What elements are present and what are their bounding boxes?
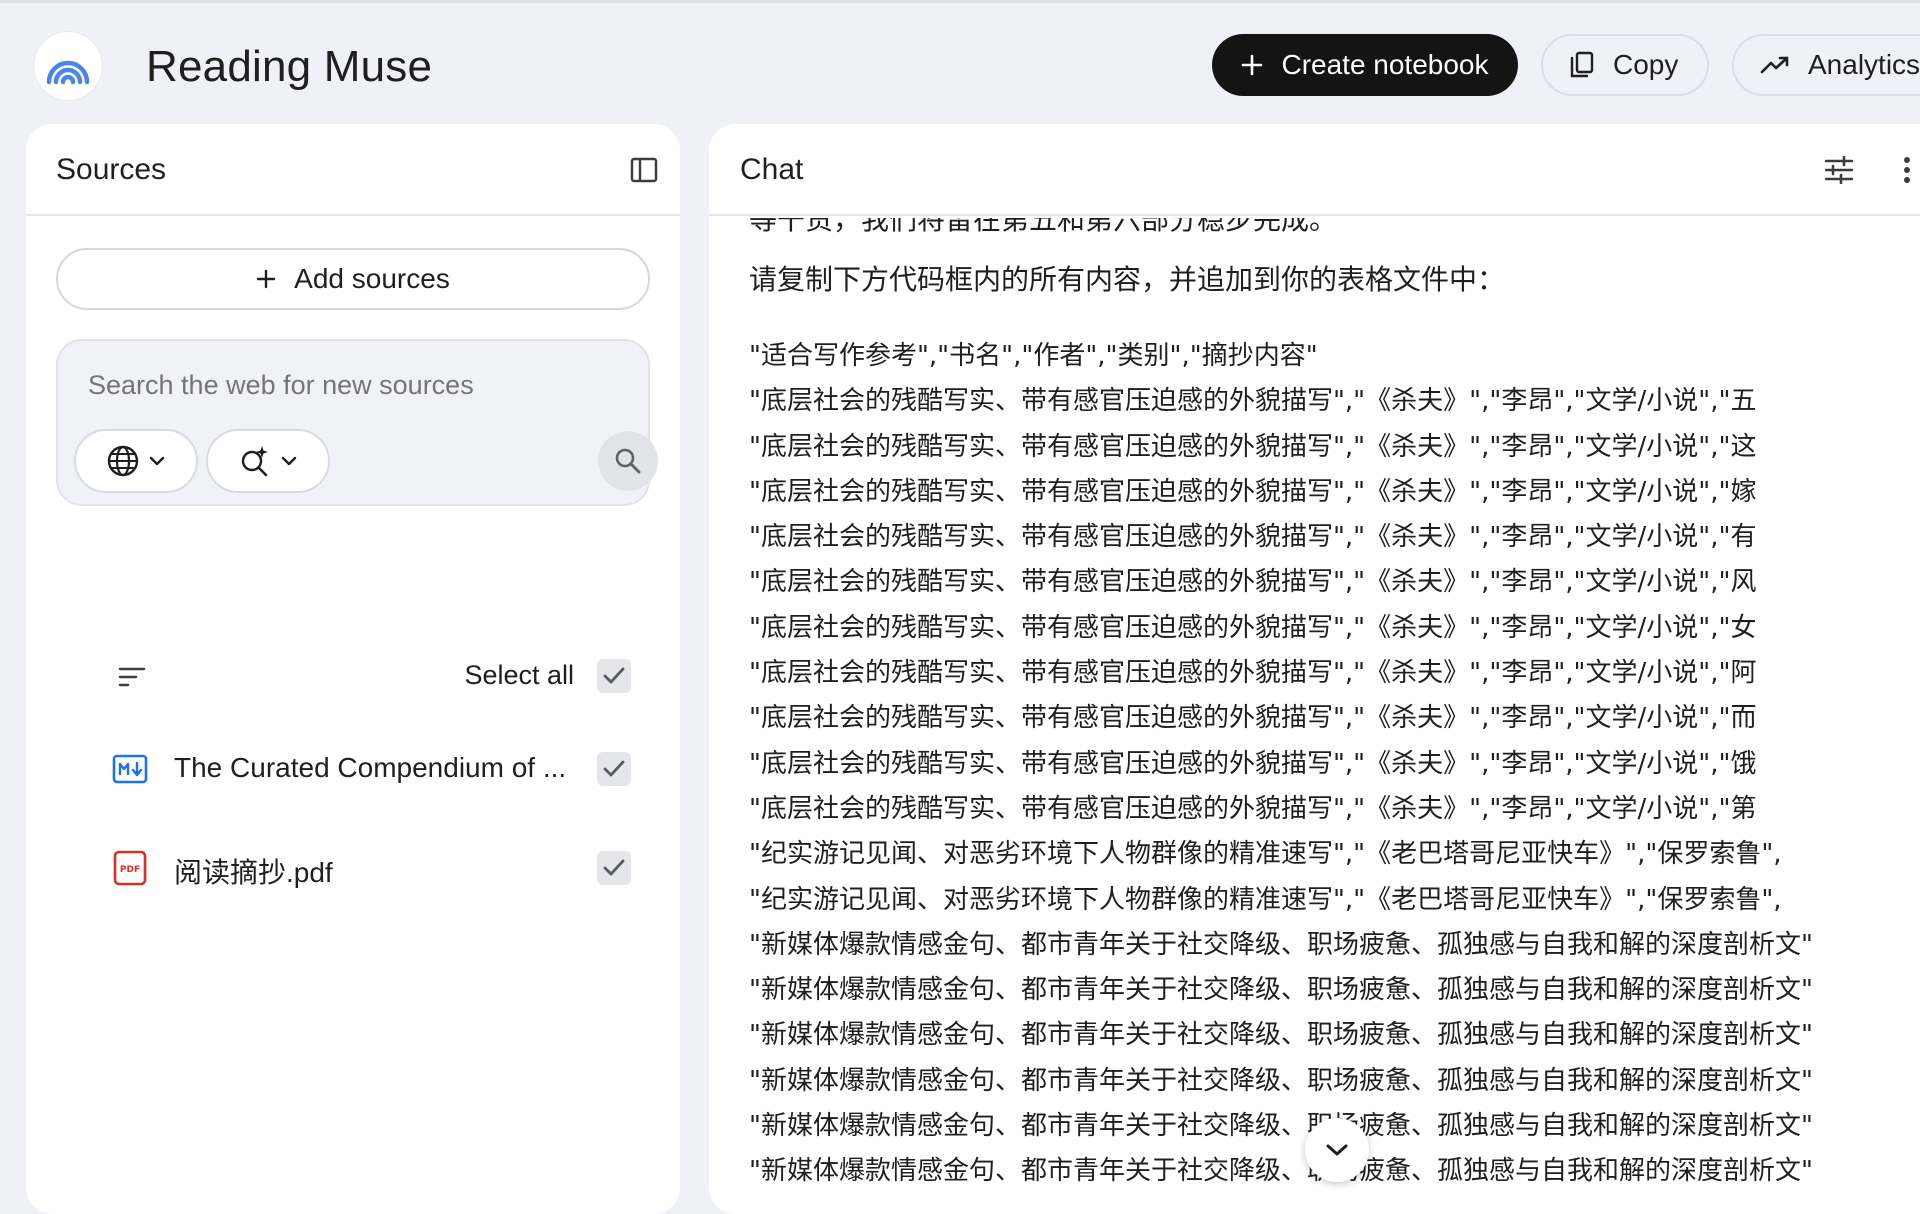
code-block: "适合写作参考","书名","作者","类别","摘抄内容" "底层社会的残酷写实… <box>749 334 1849 1195</box>
code-line: "底层社会的残酷写实、带有感官压迫感的外貌描写","《杀夫》","李昂","文学… <box>749 793 1757 824</box>
code-line: "新媒体爆款情感金句、都市青年关于社交降级、职场疲惫、孤独感与自我和解的深度剖析… <box>749 1111 1813 1142</box>
chat-header: Chat <box>709 124 1920 216</box>
code-line: "底层社会的残酷写实、带有感官压迫感的外貌描写","《杀夫》","李昂","文学… <box>749 386 1757 417</box>
create-notebook-label: Create notebook <box>1281 49 1489 80</box>
source-title: The Curated Compendium of ... <box>174 752 567 783</box>
scroll-to-bottom-button[interactable] <box>1305 1118 1369 1182</box>
search-submit-button[interactable] <box>598 431 658 491</box>
add-sources-button[interactable]: Add sources <box>56 248 650 310</box>
select-all-row: Select all <box>56 646 656 706</box>
copy-button[interactable]: Copy <box>1541 34 1709 96</box>
code-line: "底层社会的残酷写实、带有感官压迫感的外貌描写","《杀夫》","李昂","文学… <box>749 612 1757 643</box>
code-line: "底层社会的残酷写实、带有感官压迫感的外貌描写","《杀夫》","李昂","文学… <box>749 703 1757 734</box>
chat-settings-button[interactable] <box>1819 150 1859 190</box>
chevron-down-icon <box>281 456 297 466</box>
sources-panel: Sources Add sources Search the web for n… <box>26 124 680 1214</box>
sort-icon[interactable] <box>118 666 146 688</box>
sparkle-search-icon <box>241 446 268 477</box>
globe-icon <box>107 445 139 477</box>
source-checkbox[interactable] <box>597 752 631 786</box>
trending-up-icon <box>1760 56 1789 74</box>
code-line: "新媒体爆款情感金句、都市青年关于社交降级、职场疲惫、孤独感与自我和解的深度剖析… <box>749 1065 1813 1096</box>
analytics-button[interactable]: Analytics <box>1732 34 1920 96</box>
pdf-file-icon: PDF <box>113 850 147 886</box>
sidebar-toggle-icon <box>630 157 658 183</box>
chevron-down-icon <box>149 456 165 466</box>
tune-icon <box>1824 156 1854 184</box>
more-options-button[interactable] <box>1895 150 1919 190</box>
code-line: "新媒体爆款情感金句、都市青年关于社交降级、职场疲惫、孤独感与自我和解的深度剖析… <box>749 975 1813 1006</box>
more-vert-icon <box>1904 157 1910 183</box>
app-logo[interactable] <box>34 32 102 100</box>
code-line: "底层社会的残酷写实、带有感官压迫感的外貌描写","《杀夫》","李昂","文学… <box>749 476 1757 507</box>
code-line: "底层社会的残酷写实、带有感官压迫感的外貌描写","《杀夫》","李昂","文学… <box>749 567 1757 598</box>
code-line: "新媒体爆款情感金句、都市青年关于社交降级、职场疲惫、孤独感与自我和解的深度剖析… <box>749 929 1813 960</box>
plus-icon <box>256 269 276 289</box>
code-line: "底层社会的残酷写实、带有感官压迫感的外貌描写","《杀夫》","李昂","文学… <box>749 748 1757 779</box>
app-header: Reading Muse Create notebook Copy Analyt… <box>0 3 1920 123</box>
web-search-input[interactable] <box>86 365 606 405</box>
plus-icon <box>1242 54 1263 76</box>
sources-title: Sources <box>56 153 167 186</box>
copy-label: Copy <box>1613 49 1679 80</box>
chat-title: Chat <box>740 153 804 186</box>
add-sources-label: Add sources <box>294 263 450 294</box>
source-checkbox[interactable] <box>597 851 631 885</box>
copy-icon <box>1570 51 1594 78</box>
code-line: "新媒体爆款情感金句、都市青年关于社交降级、职场疲惫、孤独感与自我和解的深度剖析… <box>749 1156 1813 1187</box>
search-icon <box>615 448 641 474</box>
sources-header: Sources <box>26 124 680 216</box>
app-title: Reading Muse <box>146 42 433 91</box>
checkmark-icon <box>603 667 625 684</box>
source-item-compendium[interactable]: The Curated Compendium of ... <box>56 734 656 804</box>
rainbow-arc-logo-icon <box>46 60 90 85</box>
chevron-down-icon <box>1326 1144 1348 1156</box>
chat-panel: Chat 等干货，我们将留在第五和第六部分稳步完成。 请复制下方代码框内的所有内… <box>709 124 1920 1214</box>
source-item-pdf[interactable]: PDF 阅读摘抄.pdf <box>56 833 656 903</box>
code-line: "底层社会的残酷写实、带有感官压迫感的外貌描写","《杀夫》","李昂","文学… <box>749 522 1757 553</box>
code-line: "纪实游记见闻、对恶劣环境下人物群像的精准速写","《老巴塔哥尼亚快车》","保… <box>749 884 1782 915</box>
code-line: "新媒体爆款情感金句、都市青年关于社交降级、职场疲惫、孤独感与自我和解的深度剖析… <box>749 1020 1813 1051</box>
search-source-dropdown[interactable] <box>74 429 198 493</box>
analytics-label: Analytics <box>1808 49 1920 80</box>
create-notebook-button[interactable]: Create notebook <box>1212 34 1518 96</box>
code-line: "底层社会的残酷写实、带有感官压迫感的外貌描写","《杀夫》","李昂","文学… <box>749 431 1757 462</box>
web-search-box <box>56 339 658 506</box>
source-title: 阅读摘抄.pdf <box>174 857 333 888</box>
message-text: 请复制下方代码框内的所有内容，并追加到你的表格文件中： <box>749 263 1506 296</box>
code-line: "适合写作参考","书名","作者","类别","摘抄内容" <box>749 341 1318 371</box>
checkmark-icon <box>603 859 625 876</box>
message-text-partial: 等干货，我们将留在第五和第六部分稳步完成。 <box>749 218 1338 236</box>
research-mode-dropdown[interactable] <box>206 429 330 493</box>
markdown-file-icon <box>112 754 148 784</box>
chat-messages: 等干货，我们将留在第五和第六部分稳步完成。 请复制下方代码框内的所有内容，并追加… <box>709 218 1920 1214</box>
select-all-label: Select all <box>464 660 574 690</box>
checkmark-icon <box>603 760 625 777</box>
collapse-panel-button[interactable] <box>624 150 664 190</box>
select-all-checkbox[interactable] <box>597 659 631 693</box>
code-line: "纪实游记见闻、对恶劣环境下人物群像的精准速写","《老巴塔哥尼亚快车》","保… <box>749 839 1782 870</box>
code-line: "底层社会的残酷写实、带有感官压迫感的外貌描写","《杀夫》","李昂","文学… <box>749 658 1757 689</box>
svg-text:PDF: PDF <box>120 865 140 875</box>
